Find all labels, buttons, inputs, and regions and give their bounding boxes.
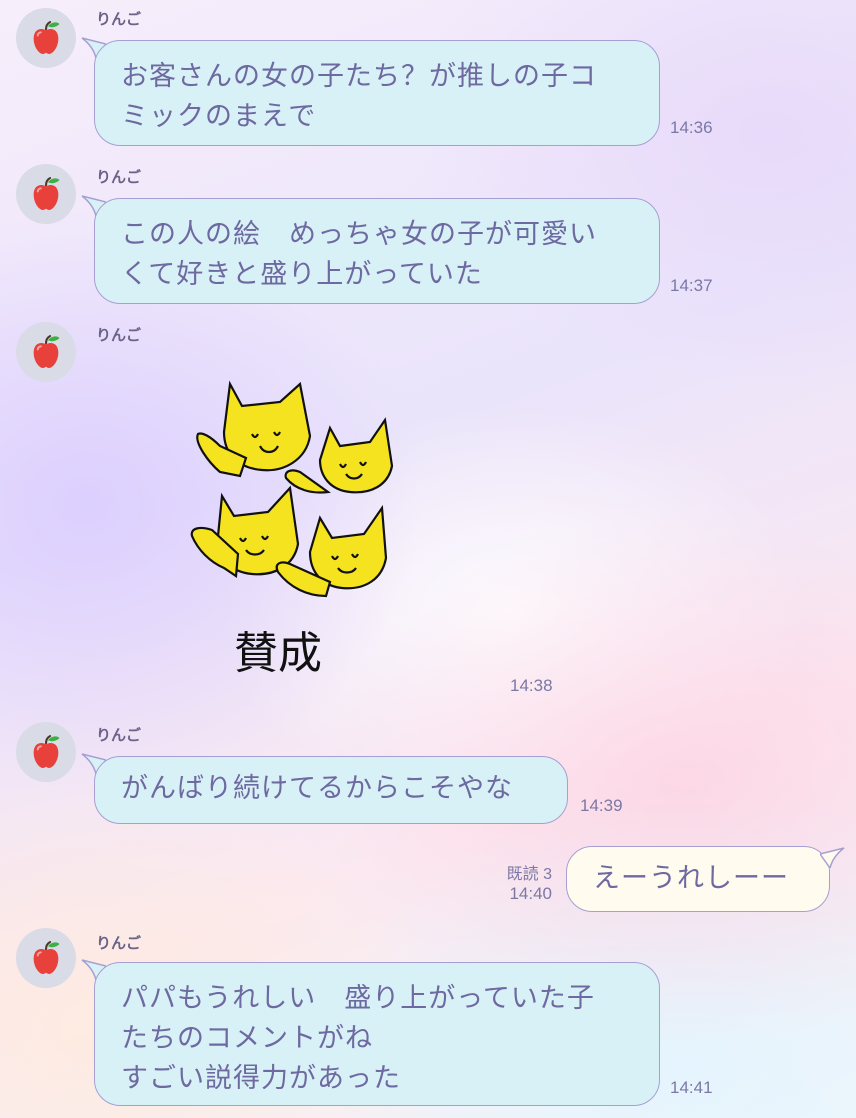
my-message-bubble[interactable]: えーうれしーー xyxy=(566,846,830,912)
sender-name: りんご xyxy=(96,169,142,186)
sender-name: りんご xyxy=(96,935,142,952)
read-receipt: 既読 3 xyxy=(506,866,552,883)
sender-name: りんご xyxy=(96,11,142,28)
avatar[interactable] xyxy=(16,928,76,988)
message-bubble[interactable]: お客さんの女の子たち？が推しの子コ ミックのまえで xyxy=(94,40,660,146)
sender-name: りんご xyxy=(96,327,142,344)
avatar[interactable] xyxy=(16,8,76,68)
apple-icon xyxy=(32,335,61,369)
message-time: 14:38 xyxy=(510,676,553,695)
avatar[interactable] xyxy=(16,722,76,782)
message-bubble[interactable]: がんばり続けてるからこそやな xyxy=(94,756,568,824)
message-time: 14:40 xyxy=(509,884,552,903)
apple-icon xyxy=(32,941,61,975)
bubble-tail xyxy=(820,847,845,868)
message-bubble[interactable]: この人の絵 めっちゃ女の子が可愛い くて好きと盛り上がっていた xyxy=(94,198,660,304)
message-bubble[interactable]: パパもうれしい 盛り上がっていた子 たちのコメントがね すごい説得力があった xyxy=(94,962,660,1106)
message-time: 14:39 xyxy=(580,796,623,815)
cat-icon xyxy=(190,380,394,598)
avatar[interactable] xyxy=(16,322,76,382)
apple-icon xyxy=(32,21,61,55)
message-time: 14:37 xyxy=(670,276,713,295)
sender-name: りんご xyxy=(96,727,142,744)
cheering-cats-sticker[interactable]: 賛成 xyxy=(180,376,400,686)
message-time: 14:36 xyxy=(670,118,713,137)
avatar[interactable] xyxy=(16,164,76,224)
apple-icon xyxy=(32,735,61,769)
message-time: 14:41 xyxy=(670,1078,713,1097)
sticker-caption: 賛成 xyxy=(234,628,322,679)
apple-icon xyxy=(32,177,61,211)
